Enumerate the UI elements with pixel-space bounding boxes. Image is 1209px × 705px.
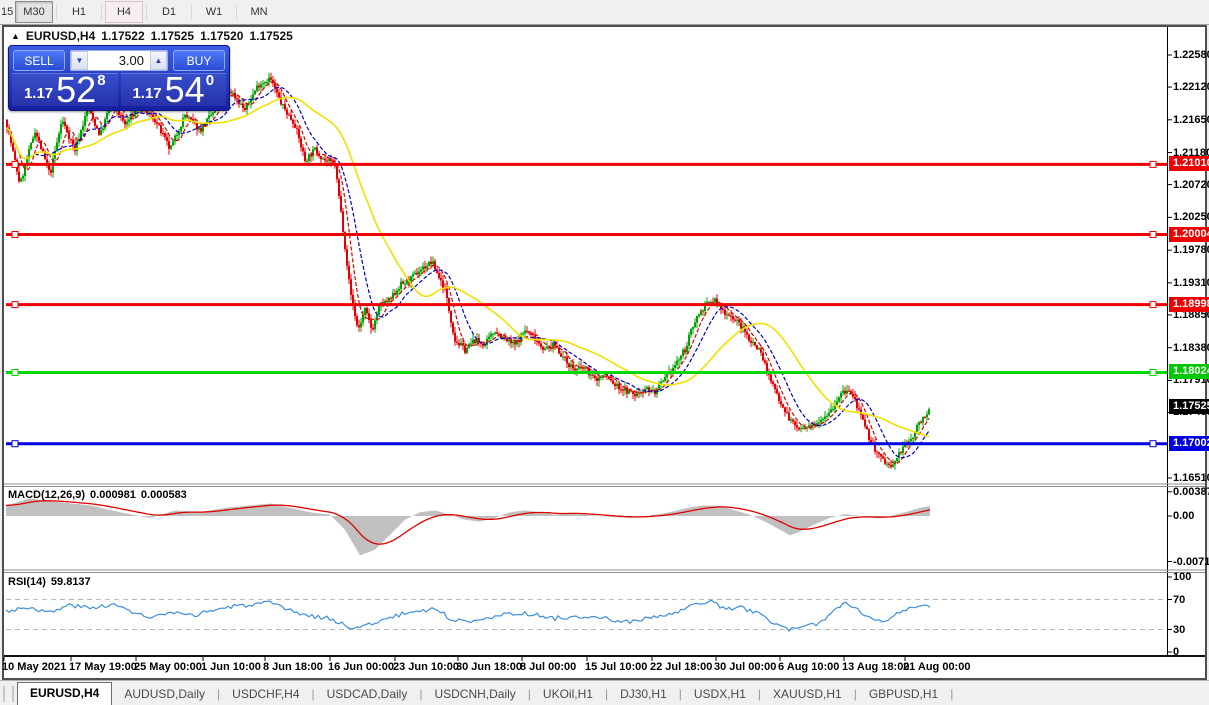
volume-decrease-button[interactable]: ▼	[71, 51, 88, 70]
sell-price-big: 52	[56, 75, 96, 105]
sell-price-display[interactable]: 1.17 52 8	[12, 73, 118, 106]
buy-price-big: 54	[165, 75, 205, 105]
tab-dj30-h1[interactable]: DJ30,H1	[608, 684, 679, 704]
sell-button[interactable]: SELL	[13, 50, 65, 71]
timeframe-h1-button[interactable]: H1	[60, 1, 98, 23]
tab-eurusd-h4[interactable]: EURUSD,H4	[17, 682, 112, 705]
volume-input[interactable]	[88, 51, 150, 70]
tabbar-grip	[3, 686, 14, 702]
tab-audusd-daily[interactable]: AUDUSD,Daily	[112, 684, 217, 704]
toolbar-separator	[236, 5, 237, 20]
timeframe-h4-button[interactable]: H4	[105, 1, 143, 23]
tab-usdcad-daily[interactable]: USDCAD,Daily	[315, 684, 420, 704]
sell-price-sup: 8	[97, 72, 105, 89]
buy-price-prefix: 1.17	[132, 85, 161, 102]
toolbar-separator	[191, 5, 192, 20]
mt4-terminal: 15 M30H1H4D1W1MN ▲ EURUSD,H4 1.17522 1.1…	[0, 0, 1209, 705]
timeframe-mn-button[interactable]: MN	[240, 1, 278, 23]
timeframe-m15-clipped[interactable]: 15	[0, 6, 14, 18]
one-click-trade-panel: SELL ▼ ▲ BUY 1.17 52 8 1.17 54 0	[8, 45, 230, 111]
timeframe-m30-button[interactable]: M30	[15, 1, 53, 23]
tab-ukoil-h1[interactable]: UKOil,H1	[531, 684, 605, 704]
tab-gbpusd-h1[interactable]: GBPUSD,H1	[857, 684, 950, 704]
tab-usdx-h1[interactable]: USDX,H1	[682, 684, 758, 704]
toolbar-separator	[101, 5, 102, 20]
spinner-down-icon: ▼	[76, 56, 84, 65]
buy-button[interactable]: BUY	[173, 50, 225, 71]
toolbar-separator	[146, 5, 147, 20]
tab-xauusd-h1[interactable]: XAUUSD,H1	[761, 684, 854, 704]
tab-usdcnh-daily[interactable]: USDCNH,Daily	[422, 684, 527, 704]
chart-tab-bar: EURUSD,H4AUDUSD,Daily|USDCHF,H4|USDCAD,D…	[0, 680, 1209, 705]
volume-increase-button[interactable]: ▲	[150, 51, 167, 70]
toolbar-separator	[56, 5, 57, 20]
spinner-up-icon: ▲	[155, 56, 163, 65]
chart-window[interactable]	[2, 25, 1207, 680]
timeframe-w1-button[interactable]: W1	[195, 1, 233, 23]
buy-price-display[interactable]: 1.17 54 0	[121, 73, 227, 106]
tab-separator: |	[950, 687, 953, 701]
sell-price-prefix: 1.17	[24, 85, 53, 102]
timeframe-toolbar: 15 M30 H1 H4 D1 W1 MN	[0, 0, 1209, 25]
buy-price-sup: 0	[206, 72, 214, 89]
tab-usdchf-h4[interactable]: USDCHF,H4	[220, 684, 311, 704]
timeframe-d1-button[interactable]: D1	[150, 1, 188, 23]
